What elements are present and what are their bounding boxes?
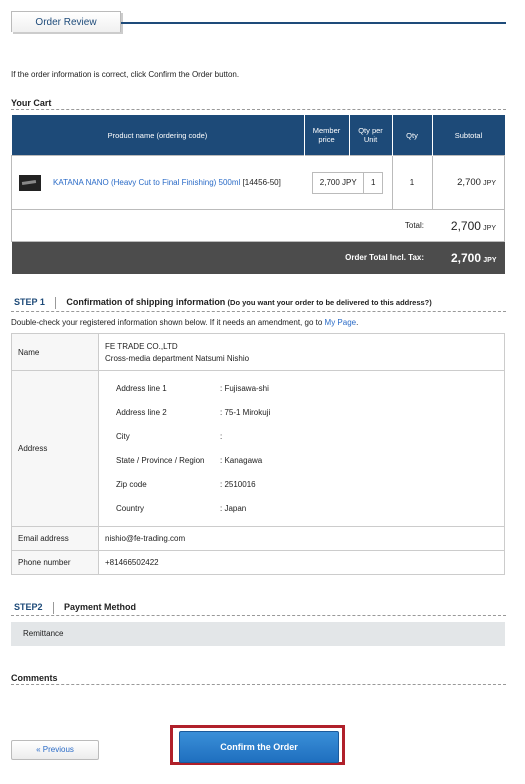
address-line: Address line 1 : Fujisawa-shi bbox=[110, 377, 276, 401]
order-total-cell: 2,700 JPY bbox=[432, 242, 505, 274]
col-member-price: Member price bbox=[304, 115, 350, 156]
subtotal-unit: JPY bbox=[483, 180, 496, 187]
address-field-label: Address line 1 bbox=[116, 384, 167, 393]
phone-label: Phone number bbox=[11, 550, 99, 575]
name-row: Name FE TRADE CO.,LTD Cross-media depart… bbox=[11, 333, 505, 371]
address-field-value: : Japan bbox=[220, 504, 247, 513]
col-subtotal: Subtotal bbox=[432, 115, 505, 156]
phone-row: Phone number +81466502422 bbox=[11, 550, 505, 575]
name-label: Name bbox=[11, 333, 99, 371]
comments-title: Comments bbox=[11, 673, 58, 683]
address-field-value: : Kanagawa bbox=[220, 456, 263, 465]
address-row: Address Address line 1 : Fujisawa-shi Add… bbox=[11, 370, 505, 527]
product-cell: KATANA NANO (Heavy Cut to Final Finishin… bbox=[11, 155, 304, 210]
step1-title: Confirmation of shipping information bbox=[66, 297, 226, 308]
product-link[interactable]: KATANA NANO (Heavy Cut to Final Finishin… bbox=[53, 178, 240, 187]
step1-note: Double-check your registered information… bbox=[11, 318, 358, 327]
order-total-row: Order Total Incl. Tax: 2,700 JPY bbox=[11, 241, 505, 274]
email-value: nishio@fe-trading.com bbox=[98, 526, 505, 551]
my-page-link[interactable]: My Page bbox=[325, 318, 357, 327]
step2-title: Payment Method bbox=[63, 602, 136, 613]
col-qty: Qty bbox=[392, 115, 433, 156]
price-cell: 2,700 JPY 1 bbox=[304, 155, 393, 210]
confirm-order-button[interactable]: Confirm the Order bbox=[179, 731, 339, 763]
order-total-unit: JPY bbox=[483, 256, 497, 264]
address-line: Country : Japan bbox=[110, 497, 276, 521]
col-product: Product name (ordering code) bbox=[11, 115, 305, 156]
divider bbox=[11, 684, 506, 685]
step-separator bbox=[52, 602, 54, 614]
address-field-value: : 2510016 bbox=[220, 480, 256, 489]
header-rule bbox=[121, 22, 506, 24]
order-total-label: Order Total Incl. Tax: bbox=[345, 253, 424, 263]
email-label: Email address bbox=[11, 526, 99, 551]
address-detail: Address line 1 : Fujisawa-shi Address lin… bbox=[110, 377, 276, 521]
step1-subtitle: (Do you want your order to be delivered … bbox=[227, 298, 432, 308]
step2-heading: STEP2 Payment Method bbox=[14, 602, 136, 614]
address-label: Address bbox=[11, 370, 99, 527]
step2-number: STEP2 bbox=[14, 602, 43, 613]
note-end: . bbox=[356, 318, 359, 327]
page-header: Order Review bbox=[11, 11, 506, 35]
step-separator bbox=[55, 297, 57, 309]
payment-method-row: Remittance bbox=[11, 622, 505, 646]
cart-table: Product name (ordering code) Member pric… bbox=[11, 115, 505, 274]
divider bbox=[11, 615, 506, 616]
step1-heading: STEP 1 Confirmation of shipping informat… bbox=[14, 297, 432, 309]
total-unit: JPY bbox=[483, 224, 496, 232]
person-name: Cross-media department Natsumi Nishio bbox=[105, 353, 250, 363]
address-line: State / Province / Region : Kanagawa bbox=[110, 449, 276, 473]
qty-cell: 1 bbox=[391, 155, 433, 210]
subtotal-cell: 2,700 JPY bbox=[431, 155, 505, 210]
address-field-value: : Fujisawa-shi bbox=[220, 384, 269, 393]
total-value: 2,700 bbox=[450, 218, 481, 233]
phone-value: +81466502422 bbox=[98, 550, 505, 575]
divider bbox=[11, 311, 506, 312]
email-row: Email address nishio@fe-trading.com bbox=[11, 526, 505, 551]
intro-text: If the order information is correct, cli… bbox=[11, 70, 240, 79]
page-tab: Order Review bbox=[11, 11, 121, 32]
product-code: [14456-50] bbox=[242, 177, 281, 187]
address-value: Address line 1 : Fujisawa-shi Address lin… bbox=[98, 370, 505, 527]
address-line: City: bbox=[110, 425, 276, 449]
total-cell: 2,700 JPY bbox=[432, 209, 505, 242]
product-thumbnail[interactable] bbox=[19, 174, 41, 191]
step1-number: STEP 1 bbox=[14, 297, 45, 308]
member-price: 2,700 JPY bbox=[312, 171, 365, 194]
name-value: FE TRADE CO.,LTD Cross-media department … bbox=[98, 333, 505, 371]
address-field-label: Address line 2 bbox=[116, 408, 167, 417]
address-field-label: Country bbox=[116, 504, 145, 513]
total-label: Total: bbox=[11, 209, 432, 242]
note-text: Double-check your registered information… bbox=[11, 318, 323, 327]
divider bbox=[11, 109, 506, 110]
address-line: Address line 2 : 75-1 Mirokuji bbox=[110, 401, 276, 425]
address-field-value: : 75-1 Mirokuji bbox=[220, 408, 271, 417]
qty-per-unit: 1 bbox=[364, 171, 384, 194]
address-field-value: : bbox=[220, 432, 223, 441]
subtotal-value: 2,700 bbox=[457, 177, 481, 188]
shipping-table: Name FE TRADE CO.,LTD Cross-media depart… bbox=[11, 333, 505, 575]
address-field-label: City bbox=[116, 432, 130, 441]
cart-title: Your Cart bbox=[11, 98, 52, 108]
address-field-label: Zip code bbox=[116, 480, 147, 489]
cart-header-row: Product name (ordering code) Member pric… bbox=[11, 115, 505, 156]
order-total-value: 2,700 bbox=[451, 250, 482, 265]
total-row: Total: 2,700 JPY bbox=[11, 209, 505, 242]
previous-button[interactable]: « Previous bbox=[11, 740, 99, 760]
address-line: Zip code : 2510016 bbox=[110, 473, 276, 497]
col-qty-per-unit: Qty per Unit bbox=[349, 115, 393, 156]
cart-row: KATANA NANO (Heavy Cut to Final Finishin… bbox=[11, 155, 505, 210]
address-field-label: State / Province / Region bbox=[116, 456, 205, 465]
company-name: FE TRADE CO.,LTD bbox=[105, 341, 178, 351]
payment-method: Remittance bbox=[23, 629, 64, 638]
